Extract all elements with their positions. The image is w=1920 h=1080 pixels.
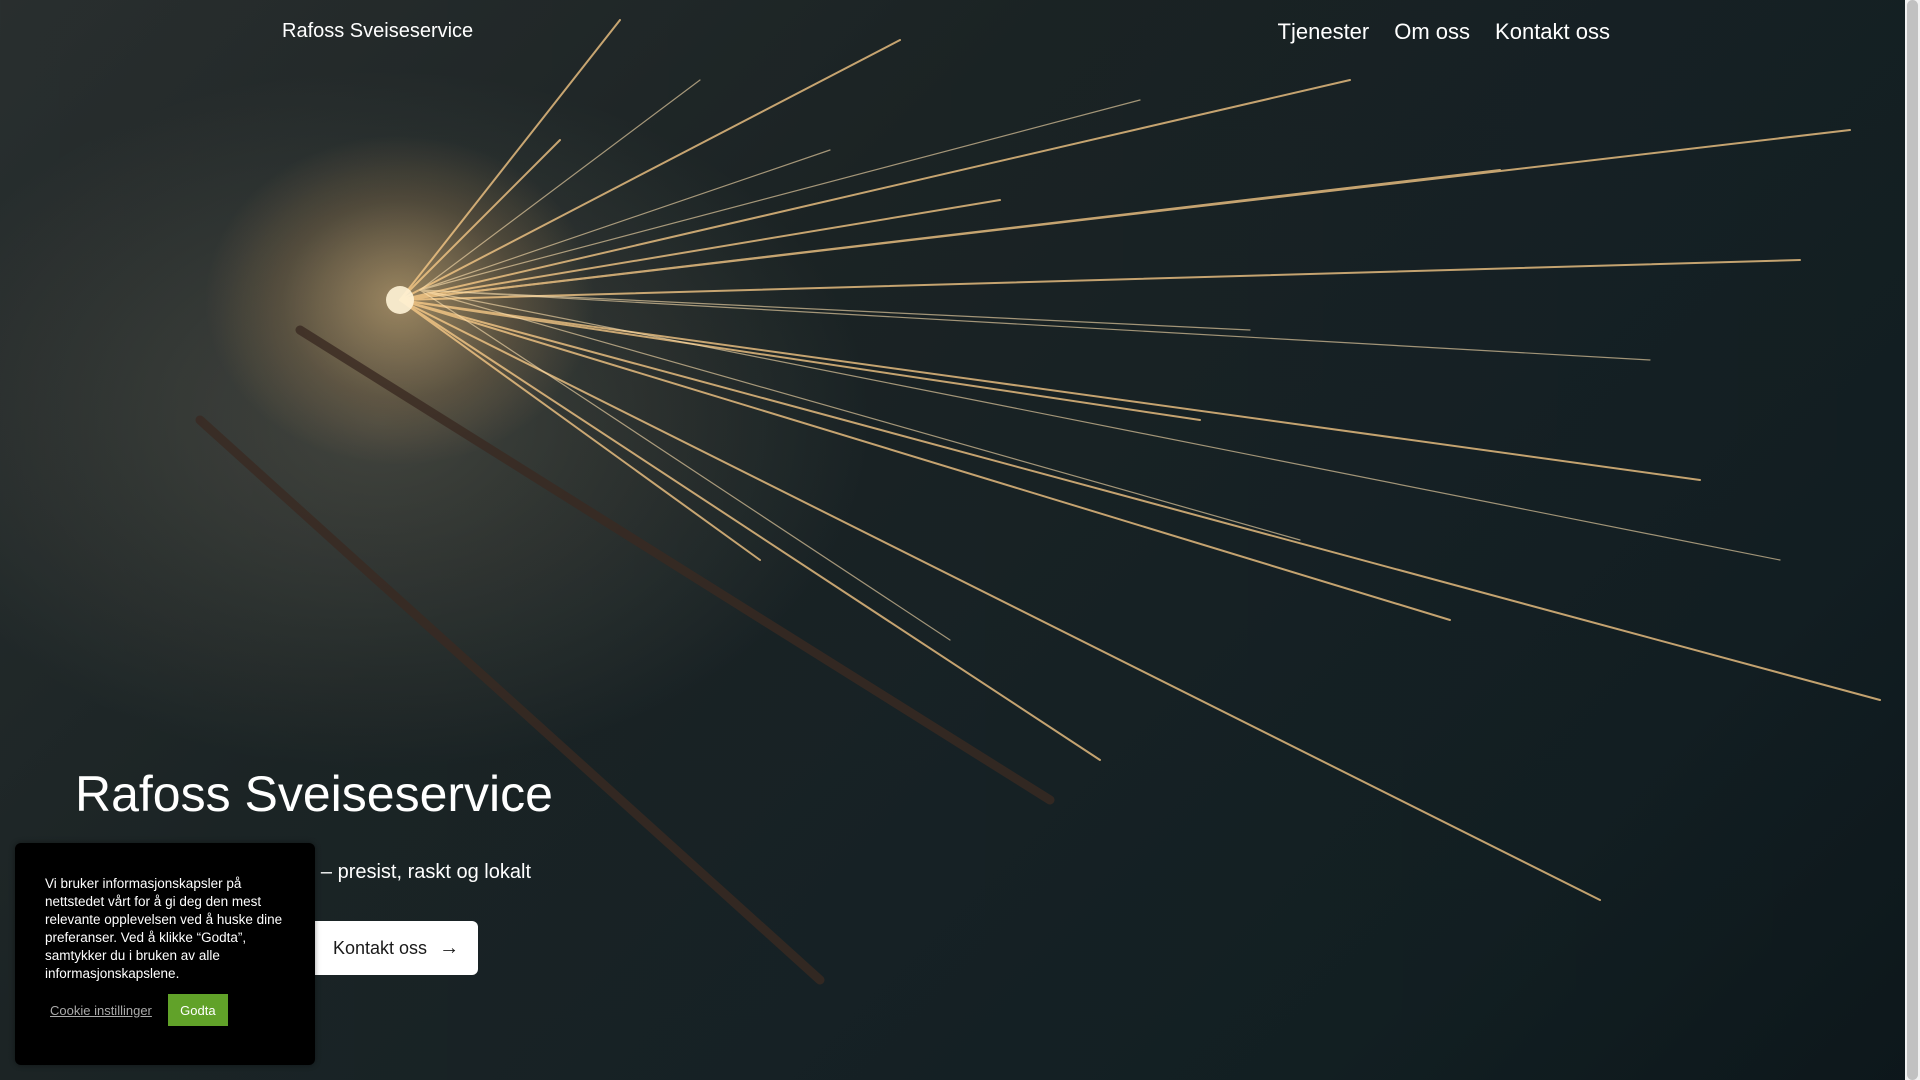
cookie-accept-button[interactable]: Godta xyxy=(167,994,228,1026)
nav-item-om-oss[interactable]: Om oss xyxy=(1394,19,1470,45)
brand-logo-link[interactable]: Rafoss Sveiseservice xyxy=(282,20,473,43)
contact-button-label: Kontakt oss xyxy=(333,937,428,958)
nav-item-tjenester[interactable]: Tjenester xyxy=(1278,19,1370,45)
cookie-actions: Cookie instillinger Godta xyxy=(50,994,228,1026)
cookie-text: Vi bruker informasjonskapsler på nettste… xyxy=(45,876,283,981)
scrollbar-thumb[interactable] xyxy=(1907,0,1918,1080)
contact-button[interactable]: Kontakt oss → xyxy=(314,921,478,975)
main-nav: Tjenester Om oss Kontakt oss xyxy=(1278,19,1610,45)
page-scrollbar[interactable] xyxy=(1905,0,1920,1080)
hero-title: Rafoss Sveiseservice xyxy=(75,766,553,822)
cookie-notice: Vi bruker informasjonskapsler på nettste… xyxy=(15,843,315,1065)
page: Rafoss Sveiseservice Tjenester Om oss Ko… xyxy=(0,0,1920,1080)
cookie-settings-link[interactable]: Cookie instillinger xyxy=(50,1003,152,1018)
arrow-right-icon: → xyxy=(439,936,460,959)
nav-item-kontakt-oss[interactable]: Kontakt oss xyxy=(1495,19,1610,45)
